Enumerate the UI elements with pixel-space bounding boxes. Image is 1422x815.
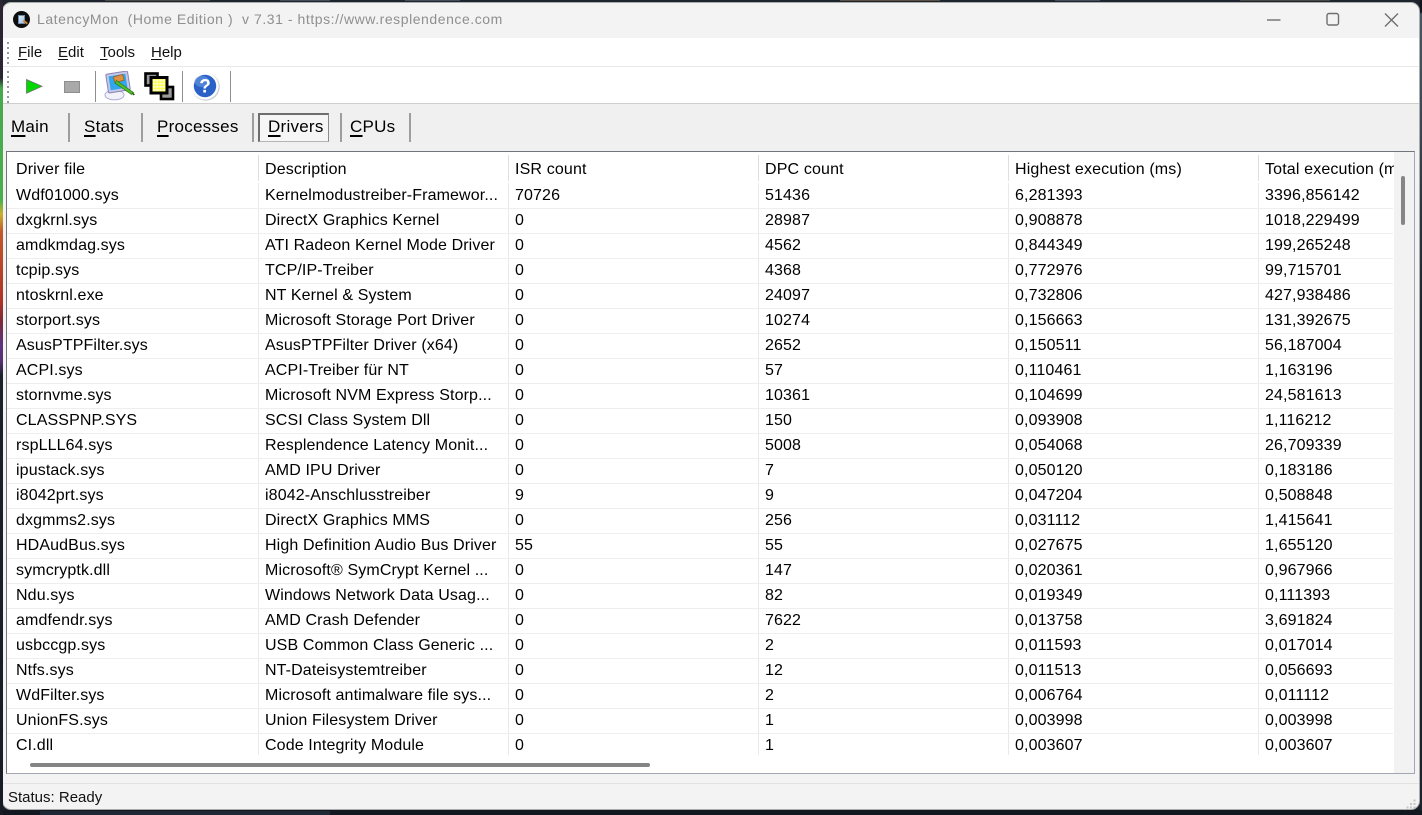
- svg-text:?: ?: [199, 77, 211, 98]
